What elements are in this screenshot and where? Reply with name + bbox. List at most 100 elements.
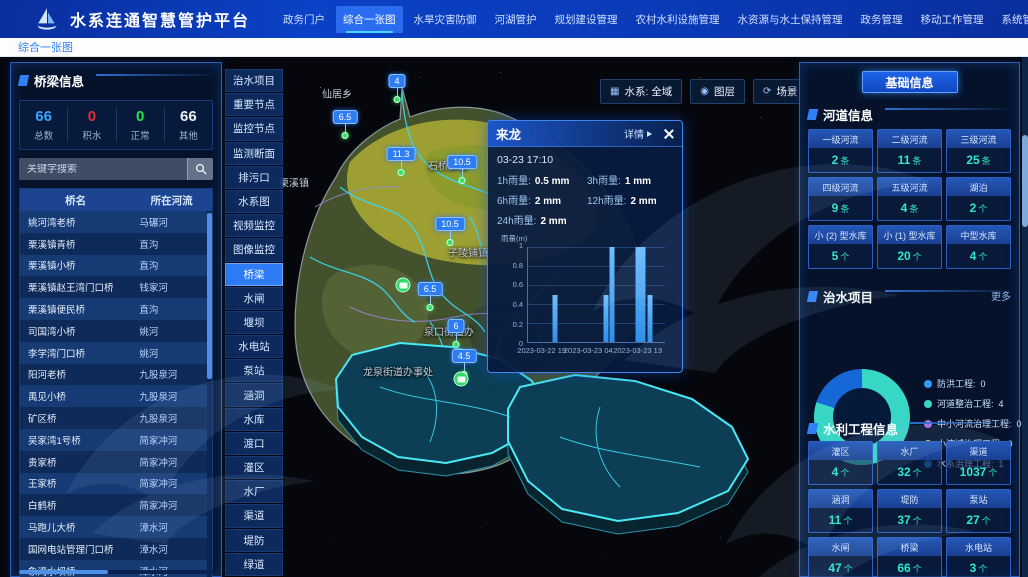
side-menu-item[interactable]: 水系图 <box>225 190 283 213</box>
stat-card[interactable]: 小 (1) 型水库 20 个 <box>877 225 942 269</box>
stat-card[interactable]: 水电站 3 个 <box>946 537 1011 577</box>
side-menu-item[interactable]: 堤防 <box>225 529 283 552</box>
stat-card[interactable]: 一级河流 2 条 <box>808 129 873 173</box>
table-row[interactable]: 王家桥 简家冲河 <box>20 473 212 495</box>
chart-xtick: 2023-03-23 13 <box>613 346 662 355</box>
nav-item[interactable]: 政务门户 <box>276 6 332 33</box>
marker-value-tag[interactable]: 6 <box>447 319 464 333</box>
table-row[interactable]: 象湾水坝桥 漳水河 <box>20 560 212 577</box>
side-menu-item[interactable]: 水闸 <box>225 287 283 310</box>
table-row[interactable]: 吴家湾1号桥 简家冲河 <box>20 429 212 451</box>
table-row[interactable]: 栗溪镇赵王湾门口桥 钱家河 <box>20 276 212 298</box>
more-link[interactable]: 更多 <box>991 288 1011 303</box>
side-menu-item[interactable]: 治水项目 <box>225 69 283 92</box>
nav-item[interactable]: 规划建设管理 <box>548 6 625 33</box>
side-menu-item[interactable]: 堰坝 <box>225 311 283 334</box>
camera-icon[interactable] <box>396 278 411 293</box>
stat-card[interactable]: 渠道 1037 个 <box>946 441 1011 485</box>
nav-item[interactable]: 水旱灾害防御 <box>407 6 484 33</box>
nav-item[interactable]: 政务管理 <box>854 6 910 33</box>
side-menu-item[interactable]: 水电站 <box>225 335 283 358</box>
stat-card[interactable]: 湖泊 2 个 <box>946 177 1011 221</box>
nav-item[interactable]: 综合一张图 <box>336 6 403 33</box>
nav-item[interactable]: 水资源与水土保持管理 <box>731 6 850 33</box>
table-row[interactable]: 姚河湾老桥 马碾河 <box>20 211 212 233</box>
table-row[interactable]: 贵家桥 简家冲河 <box>20 451 212 473</box>
marker-value-tag[interactable]: 11.3 <box>387 147 416 161</box>
side-menu-item[interactable]: 监控节点 <box>225 117 283 140</box>
table-hscrollbar-thumb[interactable] <box>19 570 108 574</box>
side-menu-item[interactable]: 重要节点 <box>225 93 283 116</box>
table-row[interactable]: 矿区桥 九股泉河 <box>20 407 212 429</box>
nav-item[interactable]: 河湖管护 <box>488 6 544 33</box>
river-name-cell: 简家冲河 <box>131 429 212 451</box>
table-row[interactable]: 司国湾小桥 姚河 <box>20 320 212 342</box>
stat-card[interactable]: 水闸 47 个 <box>808 537 873 577</box>
side-menu-item[interactable]: 渡口 <box>225 432 283 455</box>
stat-card[interactable]: 五级河流 4 条 <box>877 177 942 221</box>
side-menu-item[interactable]: 渠道 <box>225 504 283 527</box>
stat-card[interactable]: 中型水库 4 个 <box>946 225 1011 269</box>
map-control-button[interactable]: ◉ 图层 <box>690 79 745 104</box>
close-icon[interactable] <box>662 128 674 140</box>
side-menu-item[interactable]: 泵站 <box>225 359 283 382</box>
stat-card[interactable]: 泵站 27 个 <box>946 489 1011 533</box>
side-menu-item[interactable]: 图像监控 <box>225 238 283 261</box>
map-control-label: 图层 <box>714 84 735 99</box>
table-row[interactable]: 栗溪镇青桥 直沟 <box>20 233 212 255</box>
table-row[interactable]: 马跑儿大桥 漳水河 <box>20 516 212 538</box>
side-menu-item[interactable]: 监测断面 <box>225 142 283 165</box>
map-control-button[interactable]: ▦ 水系: 全域 <box>600 79 682 104</box>
table-row[interactable]: 禹见小桥 九股泉河 <box>20 385 212 407</box>
side-menu-item[interactable]: 灌区 <box>225 456 283 479</box>
stat-card[interactable]: 四级河流 9 条 <box>808 177 873 221</box>
marker-value-tag[interactable]: 6.5 <box>333 110 358 124</box>
stat-card[interactable]: 小 (2) 型水库 5 个 <box>808 225 873 269</box>
marker-value-tag[interactable]: 4.5 <box>452 349 477 363</box>
stat-card[interactable]: 水厂 32 个 <box>877 441 942 485</box>
nav-item[interactable]: 农村水利设施管理 <box>629 6 727 33</box>
legend-row[interactable]: 防洪工程 0 <box>924 377 1019 390</box>
stat-card[interactable]: 桥梁 66 个 <box>877 537 942 577</box>
stat-card[interactable]: 涵洞 11 个 <box>808 489 873 533</box>
table-scrollbar-track[interactable] <box>207 211 212 577</box>
stat-card[interactable]: 堤防 37 个 <box>877 489 942 533</box>
stat-card[interactable]: 三级河流 25 条 <box>946 129 1011 173</box>
nav-item[interactable]: 移动工作管理 <box>914 6 991 33</box>
side-menu-item[interactable]: 排污口 <box>225 166 283 189</box>
detail-link[interactable]: 详情 <box>624 126 652 141</box>
page-scrollbar-track[interactable] <box>1022 57 1028 577</box>
page-scrollbar-thumb[interactable] <box>1022 135 1028 227</box>
eng-section-title: 水利工程信息 <box>823 419 898 438</box>
river-name-cell: 漳水河 <box>131 516 212 538</box>
table-row[interactable]: 阳河老桥 九股泉河 <box>20 364 212 386</box>
marker-value-tag[interactable]: 4 <box>388 74 405 88</box>
nav-item[interactable]: 系统管理 <box>995 6 1028 33</box>
side-menu-item[interactable]: 涵洞 <box>225 383 283 406</box>
table-row[interactable]: 国网电站管理门口桥 漳水河 <box>20 538 212 560</box>
marker-value-tag[interactable]: 6.5 <box>418 282 443 296</box>
stat-card[interactable]: 二级河流 11 条 <box>877 129 942 173</box>
table-scrollbar-thumb[interactable] <box>207 213 212 379</box>
table-row[interactable]: 白鹤桥 简家冲河 <box>20 494 212 516</box>
table-row[interactable]: 栗溪镇便民桥 直沟 <box>20 298 212 320</box>
bridge-stat: 0 积水 <box>68 108 116 142</box>
breadcrumb[interactable]: 综合一张图 <box>18 39 73 55</box>
marker-value-tag[interactable]: 10.5 <box>435 217 465 231</box>
stat-card[interactable]: 灌区 4 个 <box>808 441 873 485</box>
table-hscrollbar-track[interactable] <box>19 570 213 574</box>
side-menu-item[interactable]: 桥梁 <box>225 263 283 286</box>
search-input[interactable] <box>19 164 187 175</box>
tab-basic-info[interactable]: 基础信息 <box>862 71 958 93</box>
search-button[interactable] <box>187 158 213 180</box>
legend-row[interactable]: 河道整治工程 4 <box>924 397 1019 410</box>
side-menu-item[interactable]: 视频监控 <box>225 214 283 237</box>
card-value: 66 <box>897 561 910 575</box>
table-row[interactable]: 李学湾门口桥 姚河 <box>20 342 212 364</box>
side-menu-item[interactable]: 水库 <box>225 408 283 431</box>
side-menu-item[interactable]: 绿道 <box>225 553 283 576</box>
table-row[interactable]: 栗溪镇小桥 直沟 <box>20 255 212 277</box>
side-menu-item[interactable]: 水厂 <box>225 480 283 503</box>
camera-icon[interactable] <box>454 372 469 387</box>
marker-value-tag[interactable]: 10.5 <box>447 155 477 169</box>
